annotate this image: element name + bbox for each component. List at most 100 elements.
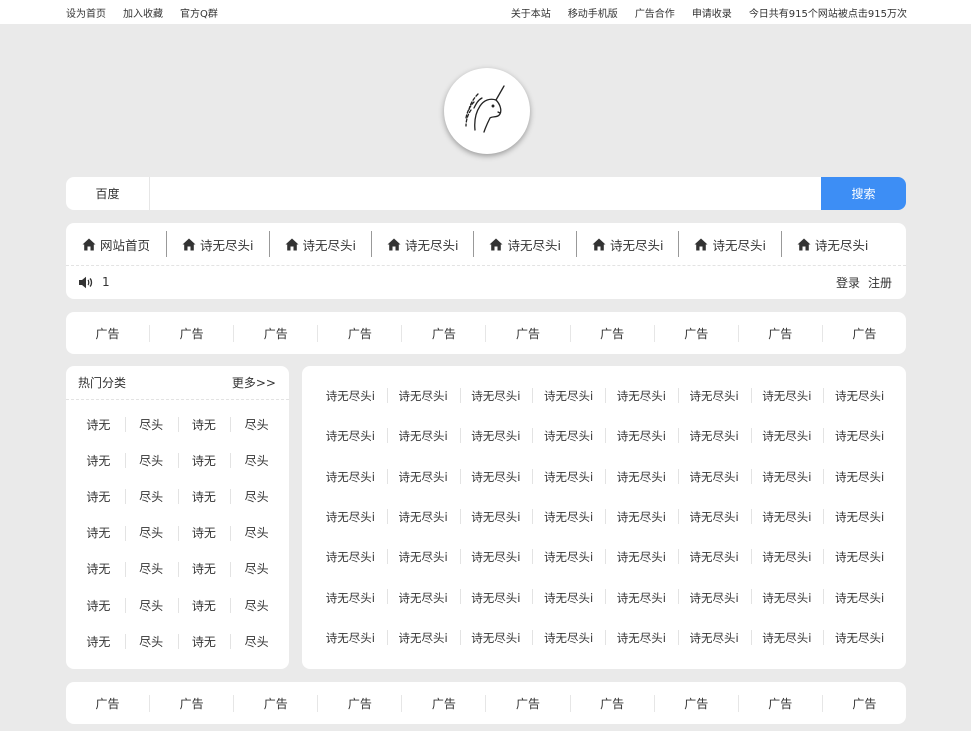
site-link[interactable]: 诗无尽头i — [386, 618, 460, 658]
site-link[interactable]: 诗无尽头i — [532, 497, 605, 537]
category-link[interactable]: 诗无 — [72, 587, 125, 623]
site-link[interactable]: 诗无尽头i — [823, 577, 896, 617]
site-link[interactable]: 诗无尽头i — [314, 457, 387, 497]
category-link[interactable]: 尽头 — [124, 478, 178, 514]
site-link[interactable]: 诗无尽头i — [459, 537, 533, 577]
site-link[interactable]: 诗无尽头i — [750, 497, 824, 537]
site-link[interactable]: 诗无尽头i — [459, 457, 533, 497]
ad-slot[interactable]: 广告 — [653, 324, 738, 342]
nav-item[interactable]: 诗无尽头i — [780, 231, 883, 257]
category-link[interactable]: 尽头 — [230, 551, 283, 587]
category-link[interactable]: 尽头 — [230, 623, 283, 659]
site-link[interactable]: 诗无尽头i — [314, 537, 387, 577]
site-link[interactable]: 诗无尽头i — [750, 537, 824, 577]
category-link[interactable]: 诗无 — [177, 587, 231, 623]
site-link[interactable]: 诗无尽头i — [532, 416, 605, 456]
ad-slot[interactable]: 广告 — [821, 694, 906, 712]
login-link[interactable]: 登录 — [836, 274, 860, 291]
ad-slot[interactable]: 广告 — [317, 694, 401, 712]
category-link[interactable]: 诗无 — [177, 551, 231, 587]
ad-slot[interactable]: 广告 — [233, 324, 317, 342]
site-link[interactable]: 诗无尽头i — [823, 537, 896, 577]
category-link[interactable]: 尽头 — [230, 478, 283, 514]
site-link[interactable]: 诗无尽头i — [314, 618, 387, 658]
site-link[interactable]: 诗无尽头i — [532, 618, 605, 658]
ad-slot[interactable]: 广告 — [401, 324, 485, 342]
site-link[interactable]: 诗无尽头i — [605, 577, 678, 617]
category-link[interactable]: 诗无 — [72, 406, 125, 442]
ad-slot[interactable]: 广告 — [149, 694, 233, 712]
category-link[interactable]: 诗无 — [72, 551, 125, 587]
site-link[interactable]: 诗无尽头i — [459, 376, 533, 416]
ad-cooperation-link[interactable]: 广告合作 — [635, 5, 675, 20]
nav-item[interactable]: 诗无尽头i — [473, 231, 575, 257]
nav-item-home[interactable]: 网站首页 — [82, 231, 166, 257]
site-link[interactable]: 诗无尽头i — [750, 376, 824, 416]
site-link[interactable]: 诗无尽头i — [823, 618, 896, 658]
category-link[interactable]: 尽头 — [124, 406, 178, 442]
site-link[interactable]: 诗无尽头i — [459, 497, 533, 537]
site-link[interactable]: 诗无尽头i — [605, 416, 678, 456]
site-link[interactable]: 诗无尽头i — [314, 497, 387, 537]
ad-slot[interactable]: 广告 — [401, 694, 485, 712]
site-link[interactable]: 诗无尽头i — [677, 376, 751, 416]
site-link[interactable]: 诗无尽头i — [605, 497, 678, 537]
site-link[interactable]: 诗无尽头i — [386, 416, 460, 456]
site-link[interactable]: 诗无尽头i — [459, 618, 533, 658]
category-link[interactable]: 诗无 — [72, 442, 125, 478]
ad-slot[interactable]: 广告 — [569, 324, 654, 342]
site-link[interactable]: 诗无尽头i — [459, 577, 533, 617]
site-link[interactable]: 诗无尽头i — [386, 497, 460, 537]
site-link[interactable]: 诗无尽头i — [532, 577, 605, 617]
site-link[interactable]: 诗无尽头i — [605, 537, 678, 577]
category-link[interactable]: 诗无 — [177, 623, 231, 659]
site-link[interactable]: 诗无尽头i — [677, 537, 751, 577]
ad-slot[interactable]: 广告 — [233, 694, 317, 712]
ad-slot[interactable]: 广告 — [821, 324, 906, 342]
site-link[interactable]: 诗无尽头i — [605, 376, 678, 416]
site-link[interactable]: 诗无尽头i — [314, 416, 387, 456]
site-logo[interactable] — [444, 68, 530, 154]
site-link[interactable]: 诗无尽头i — [314, 376, 387, 416]
nav-item[interactable]: 诗无尽头i — [166, 231, 268, 257]
site-link[interactable]: 诗无尽头i — [677, 416, 751, 456]
site-link[interactable]: 诗无尽头i — [823, 457, 896, 497]
register-link[interactable]: 注册 — [868, 274, 892, 291]
category-link[interactable]: 尽头 — [124, 515, 178, 551]
more-link[interactable]: 更多>> — [232, 374, 276, 391]
set-homepage-link[interactable]: 设为首页 — [66, 5, 106, 20]
site-link[interactable]: 诗无尽头i — [605, 618, 678, 658]
search-engine-selector[interactable]: 百度 — [66, 177, 150, 210]
site-link[interactable]: 诗无尽头i — [677, 457, 751, 497]
category-link[interactable]: 诗无 — [72, 515, 125, 551]
site-link[interactable]: 诗无尽头i — [386, 457, 460, 497]
ad-slot[interactable]: 广告 — [149, 324, 233, 342]
ad-slot[interactable]: 广告 — [66, 325, 149, 342]
site-link[interactable]: 诗无尽头i — [750, 577, 824, 617]
nav-item[interactable]: 诗无尽头i — [678, 231, 780, 257]
site-link[interactable]: 诗无尽头i — [386, 376, 460, 416]
category-link[interactable]: 尽头 — [124, 551, 178, 587]
about-link[interactable]: 关于本站 — [511, 5, 551, 20]
category-link[interactable]: 尽头 — [230, 406, 283, 442]
ad-slot[interactable]: 广告 — [66, 695, 149, 712]
category-link[interactable]: 尽头 — [124, 587, 178, 623]
ad-slot[interactable]: 广告 — [737, 694, 822, 712]
nav-item[interactable]: 诗无尽头i — [370, 231, 473, 257]
site-link[interactable]: 诗无尽头i — [532, 537, 605, 577]
site-link[interactable]: 诗无尽头i — [386, 577, 460, 617]
site-link[interactable]: 诗无尽头i — [677, 497, 751, 537]
site-link[interactable]: 诗无尽头i — [386, 537, 460, 577]
ad-slot[interactable]: 广告 — [737, 324, 822, 342]
qq-group-link[interactable]: 官方Q群 — [180, 5, 218, 20]
nav-item[interactable]: 诗无尽头i — [268, 231, 371, 257]
site-link[interactable]: 诗无尽头i — [823, 416, 896, 456]
site-link[interactable]: 诗无尽头i — [459, 416, 533, 456]
category-link[interactable]: 尽头 — [230, 515, 283, 551]
site-link[interactable]: 诗无尽头i — [532, 457, 605, 497]
category-link[interactable]: 诗无 — [177, 478, 231, 514]
site-link[interactable]: 诗无尽头i — [677, 618, 751, 658]
site-link[interactable]: 诗无尽头i — [750, 618, 824, 658]
site-link[interactable]: 诗无尽头i — [823, 497, 896, 537]
category-link[interactable]: 诗无 — [177, 406, 231, 442]
